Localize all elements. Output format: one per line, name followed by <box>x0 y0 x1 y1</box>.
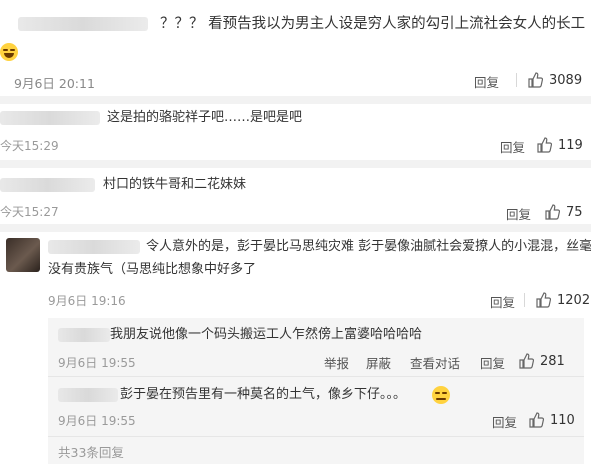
divider <box>524 293 525 307</box>
username-blurred[interactable] <box>18 17 148 31</box>
divider <box>516 73 517 87</box>
divider <box>48 436 584 437</box>
comment-time: 9月6日 19:16 <box>48 294 126 308</box>
more-replies-link[interactable]: 共33条回复 <box>58 442 124 461</box>
reply-button[interactable]: 回复 <box>480 353 505 372</box>
reply-button[interactable]: 回复 <box>492 412 517 431</box>
username-blurred[interactable] <box>48 240 140 254</box>
like-count: 281 <box>540 353 565 369</box>
reply-text: 彭于晏在预告里有一种莫名的土气，像乡下仔。。。 <box>120 387 407 402</box>
comment-time: 今天15:27 <box>0 205 59 219</box>
like-count: 75 <box>566 204 583 220</box>
reply-button[interactable]: 回复 <box>474 72 499 91</box>
like-button[interactable]: 281 <box>518 351 565 371</box>
comment-time: 今天15:29 <box>0 139 59 153</box>
like-button[interactable]: 75 <box>544 202 583 222</box>
like-button[interactable]: 110 <box>528 410 575 430</box>
comment-time: 9月6日 20:11 <box>14 76 95 91</box>
comment-1: ？？？ 看预告我以为男主人设是穷人家的勾引上流社会女人的长工 9月6日 20:1… <box>0 0 591 100</box>
reply-time: 9月6日 19:55 <box>58 414 136 428</box>
like-count: 119 <box>558 137 583 153</box>
reply-button[interactable]: 回复 <box>506 204 531 223</box>
thumbs-up-icon <box>536 292 551 308</box>
like-count: 1202 <box>557 292 591 308</box>
thumbs-up-icon <box>545 204 560 220</box>
separator <box>0 96 591 104</box>
thumbs-up-icon <box>529 412 544 428</box>
like-button[interactable]: 1202 <box>524 290 590 310</box>
report-button[interactable]: 举报 <box>324 353 349 372</box>
comment-4: 令人意外的是，彭于晏比马思纯灾难 彭于晏像油腻社会爱撩人的小混混，丝毫 没有贵族… <box>0 232 591 464</box>
smug-emoji-icon <box>432 386 450 404</box>
laugh-cry-emoji-icon <box>0 43 18 61</box>
view-conversation-button[interactable]: 查看对话 <box>410 353 460 372</box>
separator <box>0 224 591 232</box>
username-blurred[interactable] <box>58 328 110 342</box>
thumbs-up-icon <box>519 353 534 369</box>
comment-text: 村口的铁牛哥和二花妹妹 <box>103 177 247 192</box>
comment-text: ？？？ 看预告我以为男主人设是穷人家的勾引上流社会女人的长工 <box>160 16 586 32</box>
like-count: 3089 <box>549 72 583 88</box>
like-button[interactable]: 3089 <box>516 70 582 90</box>
block-button[interactable]: 屏蔽 <box>366 353 391 372</box>
reply-text: 我朋友说他像一个码头搬运工人乍然傍上富婆哈哈哈哈 <box>110 327 423 342</box>
comment-text: 这是拍的骆驼祥子吧……是吧是吧 <box>107 110 303 125</box>
username-blurred[interactable] <box>58 388 118 402</box>
username-blurred[interactable] <box>0 178 95 192</box>
separator <box>0 160 591 168</box>
username-blurred[interactable] <box>0 111 100 125</box>
comment-2: 这是拍的骆驼祥子吧……是吧是吧 今天15:29 回复 119 <box>0 104 591 162</box>
thumbs-up-icon <box>537 137 552 153</box>
reply-button[interactable]: 回复 <box>500 137 525 156</box>
comment-text-line1: 令人意外的是，彭于晏比马思纯灾难 彭于晏像油腻社会爱撩人的小混混，丝毫 <box>146 239 591 254</box>
replies-box: 我朋友说他像一个码头搬运工人乍然傍上富婆哈哈哈哈 9月6日 19:55 举报 屏… <box>48 318 584 464</box>
comment-text-line2: 没有贵族气（马思纯比想象中好多了 <box>48 262 257 277</box>
like-button[interactable]: 119 <box>536 135 583 155</box>
comment-3: 村口的铁牛哥和二花妹妹 今天15:27 回复 75 <box>0 168 591 224</box>
avatar[interactable] <box>6 238 40 272</box>
reply-time: 9月6日 19:55 <box>58 356 136 370</box>
thumbs-up-icon <box>528 72 543 88</box>
reply-button[interactable]: 回复 <box>490 292 515 311</box>
like-count: 110 <box>550 412 575 428</box>
divider <box>48 376 584 377</box>
